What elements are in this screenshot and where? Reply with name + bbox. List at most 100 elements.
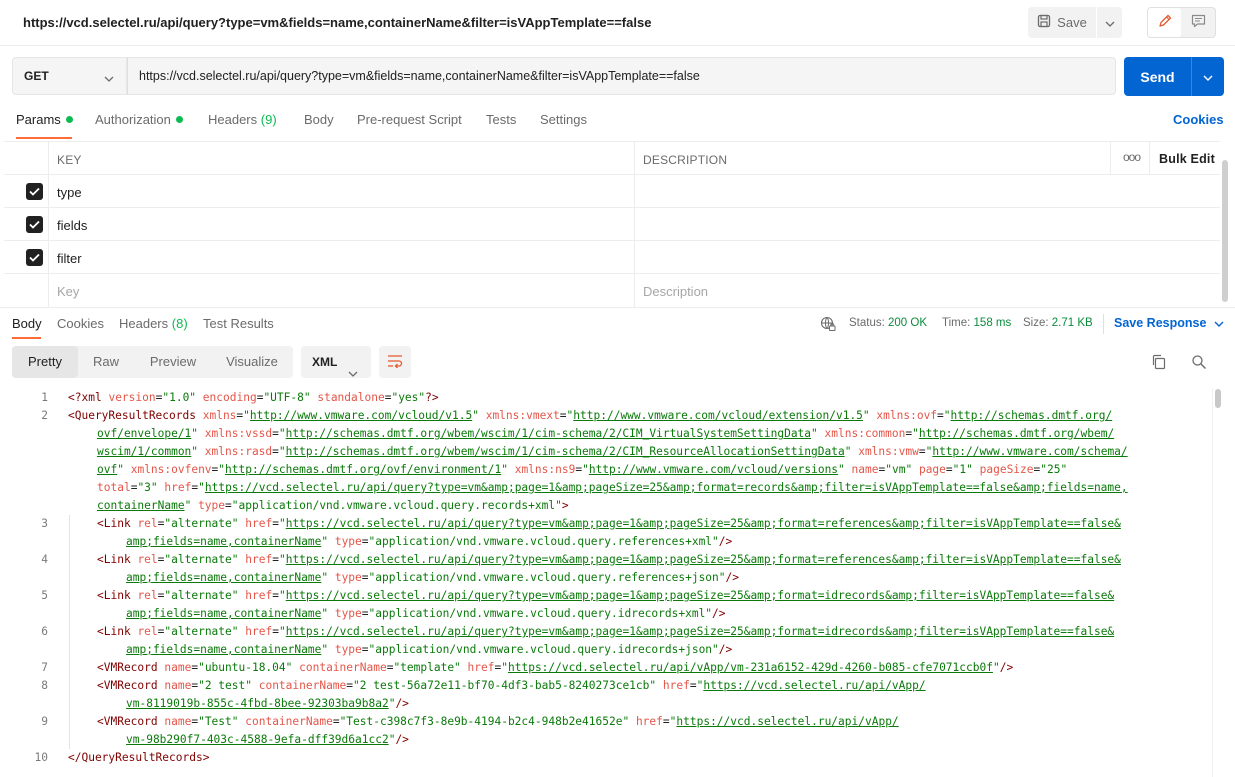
code-line: <Link rel="alternate" href="https://vcd.… bbox=[97, 517, 1121, 530]
code-line: amp;fields=name,containerName" type="app… bbox=[126, 535, 733, 548]
comments-mode-button[interactable] bbox=[1181, 8, 1215, 37]
code-line: <?xml version="1.0" encoding="UTF-8" sta… bbox=[68, 391, 439, 404]
size-value[interactable]: 2.71 KB bbox=[1052, 317, 1093, 329]
save-response-label: Save Response bbox=[1114, 316, 1207, 330]
row-checkbox[interactable] bbox=[26, 249, 43, 266]
param-key[interactable]: fields bbox=[57, 218, 87, 233]
more-options-icon[interactable]: ooo bbox=[1123, 150, 1141, 164]
active-tab-underline bbox=[12, 337, 41, 339]
tab-body[interactable]: Body bbox=[304, 112, 334, 127]
param-key[interactable]: filter bbox=[57, 251, 82, 266]
checkbox-column bbox=[4, 142, 49, 174]
method-value: GET bbox=[24, 69, 49, 83]
code-line: <QueryResultRecords xmlns="http://www.vm… bbox=[68, 409, 1113, 422]
line-number: 7 bbox=[41, 661, 48, 674]
tab-settings[interactable]: Settings bbox=[540, 112, 587, 127]
tab-tests[interactable]: Tests bbox=[486, 112, 516, 127]
line-number: 4 bbox=[41, 553, 48, 566]
size-display: Size: 2.71 KB bbox=[1023, 317, 1093, 329]
url-input[interactable]: https://vcd.selectel.ru/api/query?type=v… bbox=[127, 57, 1116, 95]
line-number: 3 bbox=[41, 517, 48, 530]
bulk-edit-button[interactable]: Bulk Edit bbox=[1159, 152, 1215, 166]
send-options-button[interactable] bbox=[1191, 57, 1224, 96]
raw-view-button[interactable]: Raw bbox=[78, 346, 134, 378]
code-scrollbar[interactable] bbox=[1215, 389, 1221, 408]
params-scrollbar[interactable] bbox=[1222, 160, 1228, 302]
table-row: filter bbox=[4, 241, 1220, 274]
tab-response-cookies[interactable]: Cookies bbox=[57, 316, 104, 331]
wrap-lines-button[interactable] bbox=[379, 346, 411, 378]
format-select[interactable]: XML bbox=[301, 346, 371, 378]
table-row-new: Key Description bbox=[4, 274, 1220, 307]
code-scroll-track bbox=[1212, 388, 1224, 777]
code-line: amp;fields=name,containerName" type="app… bbox=[126, 571, 739, 584]
code-line: ovf" xmlns:ovfenv="http://schemas.dmtf.o… bbox=[97, 463, 1068, 476]
tab-response-headers-label: Headers bbox=[119, 316, 169, 331]
code-line: <VMRecord name="2 test" containerName="2… bbox=[97, 679, 926, 692]
pretty-view-button[interactable]: Pretty bbox=[12, 346, 78, 378]
line-number: 6 bbox=[41, 625, 48, 638]
code-line: <Link rel="alternate" href="https://vcd.… bbox=[97, 553, 1121, 566]
line-number: 8 bbox=[41, 679, 48, 692]
time-display: Time: 158 ms bbox=[942, 317, 1011, 329]
code-line: amp;fields=name,containerName" type="app… bbox=[126, 643, 733, 656]
code-line: amp;fields=name,containerName" type="app… bbox=[126, 607, 726, 620]
save-options-button[interactable] bbox=[1096, 7, 1122, 38]
copy-icon[interactable] bbox=[1151, 354, 1167, 373]
cookies-link[interactable]: Cookies bbox=[1173, 112, 1224, 127]
response-tabs: Body Cookies Headers (8) Test Results St… bbox=[0, 307, 1235, 339]
code-line: <Link rel="alternate" href="https://vcd.… bbox=[97, 589, 1115, 602]
line-number: 1 bbox=[41, 391, 48, 404]
request-title[interactable]: https://vcd.selectel.ru/api/query?type=v… bbox=[23, 15, 651, 30]
time-value[interactable]: 158 ms bbox=[974, 317, 1012, 329]
param-key[interactable]: type bbox=[57, 185, 82, 200]
code-line: vm-98b290f7-403c-4588-9efa-dff39d6a1cc2"… bbox=[126, 733, 409, 746]
line-number: 2 bbox=[41, 409, 48, 422]
row-checkbox[interactable] bbox=[26, 216, 43, 233]
params-table: KEY DESCRIPTION ooo Bulk Edit type field… bbox=[4, 141, 1220, 307]
save-icon bbox=[1037, 14, 1051, 31]
active-tab-underline bbox=[16, 137, 72, 139]
save-response-button[interactable]: Save Response bbox=[1114, 316, 1224, 330]
status-label: Status: bbox=[849, 317, 885, 329]
code-line: containerName" type="application/vnd.vmw… bbox=[97, 499, 569, 512]
preview-view-button[interactable]: Preview bbox=[140, 346, 206, 378]
save-button[interactable]: Save bbox=[1028, 7, 1096, 38]
column-header-key: KEY bbox=[57, 153, 82, 167]
response-headers-count: (8) bbox=[171, 316, 188, 331]
chevron-down-icon bbox=[1214, 316, 1224, 330]
edit-mode-button[interactable] bbox=[1148, 8, 1181, 37]
tab-response-body[interactable]: Body bbox=[12, 316, 42, 331]
tab-response-headers[interactable]: Headers (8) bbox=[119, 316, 188, 331]
mode-toggle bbox=[1147, 7, 1216, 38]
tab-params[interactable]: Params bbox=[16, 112, 73, 127]
tab-test-results[interactable]: Test Results bbox=[203, 316, 274, 331]
chevron-down-icon bbox=[1203, 69, 1213, 84]
key-input[interactable]: Key bbox=[57, 284, 79, 299]
tab-headers[interactable]: Headers (9) bbox=[208, 112, 277, 127]
code-line: vm-8119019b-855c-4fbd-8bee-92303ba9b8a2"… bbox=[126, 697, 409, 710]
row-checkbox[interactable] bbox=[26, 183, 43, 200]
save-label: Save bbox=[1057, 15, 1087, 30]
search-icon[interactable] bbox=[1191, 354, 1207, 373]
table-row: type bbox=[4, 175, 1220, 208]
description-input[interactable]: Description bbox=[643, 284, 708, 299]
pencil-icon bbox=[1158, 14, 1172, 31]
send-button[interactable]: Send bbox=[1124, 57, 1191, 96]
code-line: wscim/1/common" xmlns:rasd="http://schem… bbox=[97, 445, 1128, 458]
visualize-view-button[interactable]: Visualize bbox=[217, 346, 287, 378]
method-select[interactable]: GET bbox=[12, 57, 127, 95]
code-line: total="3" href="https://vcd.selectel.ru/… bbox=[97, 481, 1128, 494]
code-line: <VMRecord name="ubuntu-18.04" containerN… bbox=[97, 661, 1014, 674]
tab-pre-request-script[interactable]: Pre-request Script bbox=[357, 112, 462, 127]
chevron-down-icon bbox=[1105, 15, 1115, 30]
status-value[interactable]: 200 OK bbox=[888, 317, 927, 329]
code-line: <VMRecord name="Test" containerName="Tes… bbox=[97, 715, 899, 728]
code-line: </QueryResultRecords> bbox=[68, 751, 210, 764]
view-mode-group: Pretty Raw Preview Visualize bbox=[12, 346, 293, 378]
line-number: 5 bbox=[41, 589, 48, 602]
response-body-code[interactable]: 1 2 3 4 5 6 7 8 9 10 <?xml version="1.0"… bbox=[0, 388, 1210, 777]
status-display: Status: 200 OK bbox=[849, 317, 927, 329]
tab-authorization[interactable]: Authorization bbox=[95, 112, 183, 127]
globe-lock-icon[interactable] bbox=[820, 316, 836, 335]
